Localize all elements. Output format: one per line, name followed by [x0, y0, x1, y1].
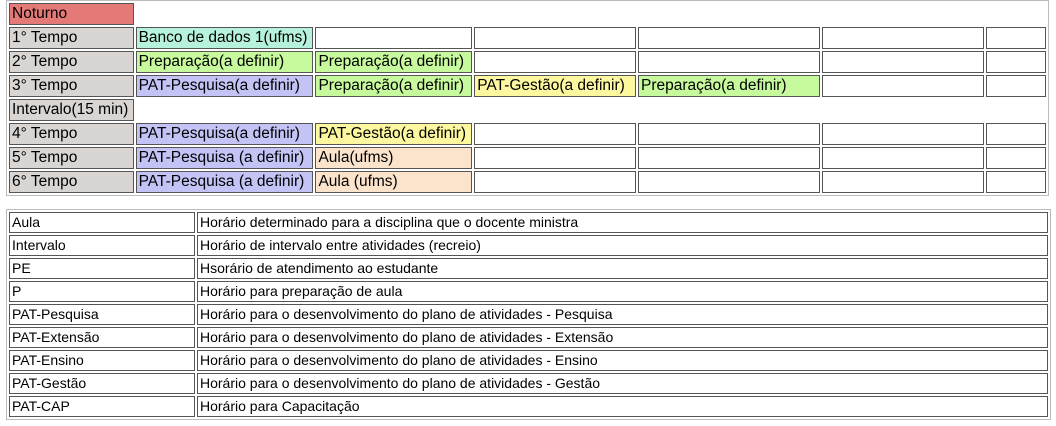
schedule-cell: Aula(ufms)	[315, 147, 473, 169]
legend-description: Hsorário de atendimento ao estudante	[197, 258, 1048, 279]
legend-description: Horário para o desenvolvimento do plano …	[197, 304, 1048, 325]
schedule-cell-empty	[637, 171, 820, 193]
legend-description: Horário determinado para a disciplina qu…	[197, 212, 1048, 233]
schedule-cell-empty	[821, 27, 984, 49]
period-label: 2° Tempo	[9, 51, 134, 73]
schedule-cell: PAT-Pesquisa (a definir)	[135, 171, 314, 193]
legend-term: Aula	[9, 212, 195, 233]
schedule-cell-empty	[315, 27, 473, 49]
legend-term: P	[9, 281, 195, 302]
period-row: 2° Tempo Preparação(a definir) Preparação(…	[9, 51, 1046, 73]
period-label: 6° Tempo	[9, 171, 134, 193]
period-label: 1° Tempo	[9, 27, 134, 49]
schedule-cell-empty	[985, 123, 1046, 145]
header-spacer	[136, 3, 1046, 25]
schedule-cell-empty	[985, 147, 1046, 169]
shift-header: Noturno	[9, 3, 134, 25]
schedule-cell-empty	[637, 51, 820, 73]
schedule-cell: Aula (ufms)	[315, 171, 473, 193]
schedule-cell-empty	[474, 51, 636, 73]
period-label: 5° Tempo	[9, 147, 134, 169]
period-label: 3° Tempo	[9, 75, 134, 97]
period-row: 4° Tempo PAT-Pesquisa(a definir) PAT-Gestã…	[9, 123, 1046, 145]
schedule-cell-empty	[821, 75, 984, 97]
schedule-cell: Preparação(a definir)	[315, 75, 473, 97]
schedule-cell-empty	[637, 123, 820, 145]
legend-term: PE	[9, 258, 195, 279]
schedule-cell: Banco de dados 1(ufms)	[135, 27, 314, 49]
legend-row: P Horário para preparação de aula	[9, 281, 1048, 302]
legend-term: PAT-CAP	[9, 396, 195, 417]
schedule-table: Noturno 1° Tempo Banco de dados 1(ufms) 2° …	[6, 0, 1049, 196]
period-label: 4° Tempo	[9, 123, 134, 145]
legend-body: Aula Horário determinado para a disciplin…	[9, 212, 1048, 417]
schedule-cell: PAT-Gestão(a definir)	[315, 123, 473, 145]
period-row: 3° Tempo PAT-Pesquisa(a definir) Preparaçã…	[9, 75, 1046, 97]
schedule-cell-empty	[985, 75, 1046, 97]
break-row: Intervalo(15 min)	[9, 99, 1046, 121]
schedule-body: Noturno 1° Tempo Banco de dados 1(ufms) 2° …	[9, 3, 1046, 193]
period-row: 5° Tempo PAT-Pesquisa (a definir) Aula(ufm…	[9, 147, 1046, 169]
legend-row: PAT-CAP Horário para Capacitação	[9, 396, 1048, 417]
schedule-cell: Preparação(a definir)	[637, 75, 820, 97]
schedule-cell-empty	[474, 27, 636, 49]
schedule-cell-empty	[821, 51, 984, 73]
legend-table: Aula Horário determinado para a disciplin…	[6, 209, 1051, 420]
schedule-cell-empty	[985, 171, 1046, 193]
schedule-cell: PAT-Gestão(a definir)	[474, 75, 636, 97]
legend-description: Horário para preparação de aula	[197, 281, 1048, 302]
legend-description: Horário de intervalo entre atividades (r…	[197, 235, 1048, 256]
schedule-cell-empty	[474, 171, 636, 193]
legend-description: Horário para o desenvolvimento do plano …	[197, 373, 1048, 394]
legend-term: PAT-Extensão	[9, 327, 195, 348]
schedule-cell: PAT-Pesquisa(a definir)	[135, 123, 314, 145]
period-row: 6° Tempo PAT-Pesquisa (a definir) Aula (uf…	[9, 171, 1046, 193]
period-row: 1° Tempo Banco de dados 1(ufms)	[9, 27, 1046, 49]
schedule-cell: PAT-Pesquisa (a definir)	[135, 147, 314, 169]
legend-term: PAT-Pesquisa	[9, 304, 195, 325]
legend-description: Horário para Capacitação	[197, 396, 1048, 417]
schedule-cell-empty	[821, 147, 984, 169]
schedule-header-row: Noturno	[9, 3, 1046, 25]
legend-description: Horário para o desenvolvimento do plano …	[197, 350, 1048, 371]
schedule-cell-empty	[821, 171, 984, 193]
schedule-cell-empty	[637, 27, 820, 49]
legend-term: Intervalo	[9, 235, 195, 256]
schedule-cell-empty	[821, 123, 984, 145]
legend-term: PAT-Gestão	[9, 373, 195, 394]
break-label: Intervalo(15 min)	[9, 99, 134, 121]
legend-term: PAT-Ensino	[9, 350, 195, 371]
legend-row: PAT-Pesquisa Horário para o desenvolvimen…	[9, 304, 1048, 325]
schedule-cell-empty	[985, 27, 1046, 49]
schedule-cell-empty	[474, 147, 636, 169]
schedule-cell-empty	[985, 51, 1046, 73]
schedule-cell: Preparação(a definir)	[315, 51, 473, 73]
legend-row: Intervalo Horário de intervalo entre ativ…	[9, 235, 1048, 256]
legend-row: PAT-Gestão Horário para o desenvolvimento…	[9, 373, 1048, 394]
legend-row: Aula Horário determinado para a disciplin…	[9, 212, 1048, 233]
schedule-cell-empty	[474, 123, 636, 145]
legend-description: Horário para o desenvolvimento do plano …	[197, 327, 1048, 348]
break-spacer	[136, 99, 1046, 121]
legend-row: PE Hsorário de atendimento ao estudante	[9, 258, 1048, 279]
legend-row: PAT-Extensão Horário para o desenvolvimen…	[9, 327, 1048, 348]
schedule-cell-empty	[637, 147, 820, 169]
schedule-cell: Preparação(a definir)	[135, 51, 314, 73]
legend-row: PAT-Ensino Horário para o desenvolvimento…	[9, 350, 1048, 371]
schedule-cell: PAT-Pesquisa(a definir)	[135, 75, 314, 97]
